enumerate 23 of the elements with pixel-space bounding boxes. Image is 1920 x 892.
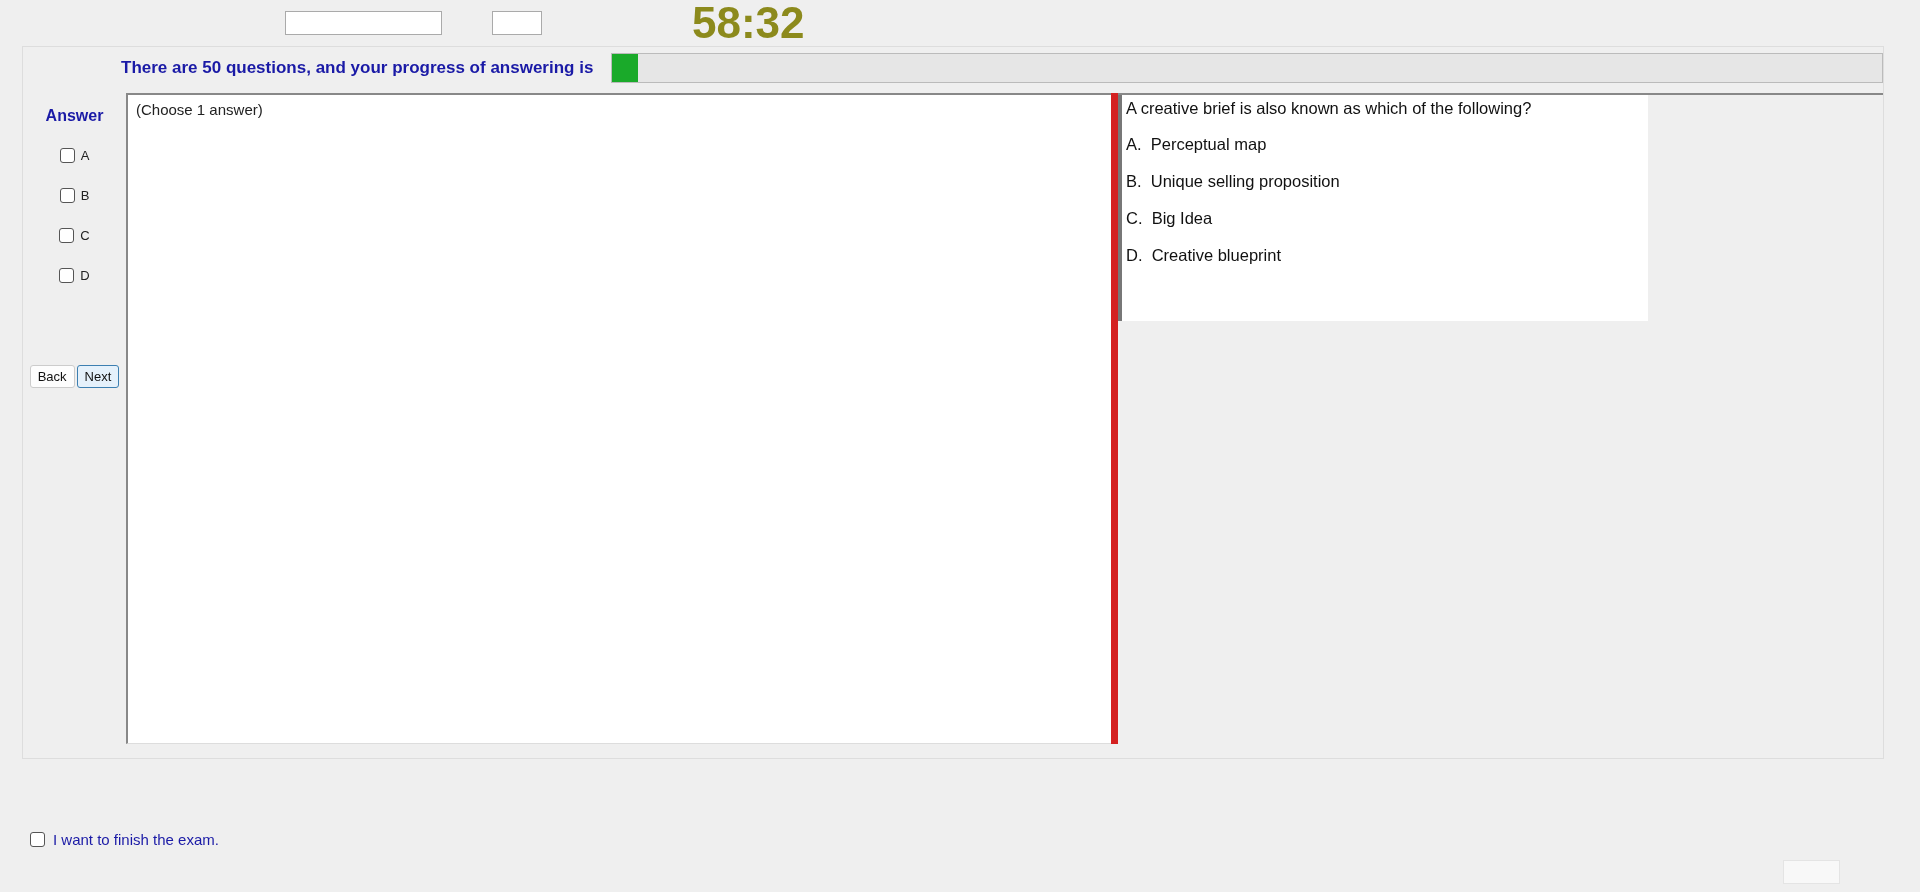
answer-heading: Answer [45, 107, 104, 125]
choice-text: A. Perceptual map [1126, 135, 1268, 154]
answer-checkbox[interactable] [59, 267, 75, 283]
progress-label: There are 50 questions, and your progress of answering is [121, 58, 594, 78]
option-label: A [80, 147, 90, 163]
answer-checkbox[interactable] [59, 147, 75, 163]
answer-checkbox[interactable] [59, 187, 75, 203]
option-label: D [80, 267, 90, 283]
choice-text: D. Creative blueprint [1126, 246, 1282, 265]
option-label: B [80, 187, 90, 203]
back-button[interactable]: Back [29, 365, 75, 388]
answer-checkbox[interactable] [59, 227, 75, 243]
countdown-timer: 58:32 [692, 0, 805, 46]
finish-checkbox[interactable] [30, 832, 45, 847]
input-field[interactable] [492, 11, 542, 35]
next-button[interactable]: Next [76, 365, 120, 388]
option-label: C [80, 227, 90, 243]
dropdown-field[interactable] [285, 11, 442, 35]
question-text: A creative brief is also known as which of the following? [1126, 99, 1533, 118]
answer-box: (Choose 1 answer) [126, 93, 1111, 744]
choice-text: C. Big Idea [1126, 209, 1214, 228]
finish-label: I want to finish the exam. [53, 831, 219, 848]
choice-text: B. Unique selling proposition [1126, 172, 1341, 191]
